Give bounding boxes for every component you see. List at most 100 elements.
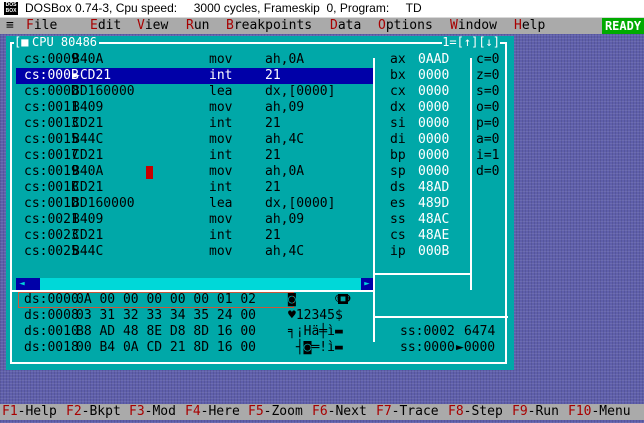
- menu-window-label: indow: [457, 18, 497, 33]
- flag-auxiliary[interactable]: a=0: [476, 132, 508, 148]
- flag-zero[interactable]: z=0: [476, 68, 508, 84]
- flag-parity[interactable]: p=0: [476, 116, 508, 132]
- register-ss[interactable]: ss 48AC: [382, 212, 468, 228]
- menu-file-hotkey: F: [26, 18, 34, 33]
- register-dx[interactable]: dx 0000: [382, 100, 468, 116]
- fkey-trace[interactable]: F7-Trace: [376, 404, 439, 420]
- fkey-next[interactable]: F6-Next: [312, 404, 367, 420]
- code-opcode: int: [209, 228, 233, 243]
- register-ip[interactable]: ip 000B: [382, 244, 468, 260]
- code-line[interactable]: cs:0023 CD21 int 21: [16, 228, 373, 244]
- menu-edit[interactable]: Edit: [90, 18, 121, 34]
- code-line[interactable]: cs:0015 B44C mov ah,4C: [16, 132, 373, 148]
- code-address: cs:001B: [24, 180, 79, 195]
- dos-screen: ≡ File Edit View Run Breakpoints Data Op…: [0, 18, 644, 423]
- stack-line[interactable]: ss:0002 6474: [382, 324, 508, 340]
- register-name: ip: [390, 244, 406, 259]
- flag-sign[interactable]: s=0: [476, 84, 508, 100]
- register-bx[interactable]: bx 0000: [382, 68, 468, 84]
- code-horizontal-scrollbar[interactable]: ◄ ►: [16, 278, 373, 290]
- register-es[interactable]: es 489D: [382, 196, 468, 212]
- cpu-window[interactable]: [■] CPU 80486 1=[↑][↓] cs:0009 B40A mov ah,…: [6, 36, 514, 370]
- register-si[interactable]: si 0000: [382, 116, 468, 132]
- register-name: cs: [390, 228, 406, 243]
- flag-interrupt[interactable]: i=1: [476, 148, 508, 164]
- fkey-bkpt[interactable]: F2-Bkpt: [66, 404, 121, 420]
- code-line[interactable]: cs:001D 8D160000 lea dx,[0000]: [16, 196, 373, 212]
- code-bytes: B44C: [72, 244, 104, 259]
- menu-file[interactable]: File: [26, 18, 57, 34]
- scroll-left-arrow-icon[interactable]: ◄: [16, 278, 28, 290]
- window-title: DOSBox 0.74-3, Cpu speed: 3000 cycles, F…: [25, 1, 422, 15]
- register-name: ss: [390, 212, 406, 227]
- menu-window[interactable]: Window: [450, 18, 497, 34]
- fkey-step[interactable]: F8-Step: [448, 404, 503, 420]
- register-sp[interactable]: sp 0000: [382, 164, 468, 180]
- menu-help[interactable]: Help: [514, 18, 545, 34]
- menu-run[interactable]: Run: [186, 18, 209, 34]
- register-value: 48AD: [418, 180, 450, 195]
- fkey-here[interactable]: F4-Here: [185, 404, 240, 420]
- fkey-menu[interactable]: F10-Menu: [568, 404, 631, 420]
- dump-line[interactable]: ds:0000 0A 00 00 00 00 00 01 02 ◙ ☺☻: [16, 292, 373, 308]
- fkey-zoom[interactable]: F5-Zoom: [248, 404, 303, 420]
- code-line[interactable]: cs:0019 B40A mov ah,0A: [16, 164, 373, 180]
- code-opcode: int: [209, 180, 233, 195]
- fkey-mod[interactable]: F3-Mod: [129, 404, 176, 420]
- code-line[interactable]: cs:0017 CD21 int 21: [16, 148, 373, 164]
- code-bytes: B409: [72, 212, 104, 227]
- code-operands: ah,09: [265, 212, 305, 227]
- scroll-thumb[interactable]: [28, 278, 40, 290]
- window-titlebar: DOS BOX DOSBox 0.74-3, Cpu speed: 3000 c…: [0, 0, 644, 18]
- menu-data[interactable]: Data: [330, 18, 361, 34]
- menu-view[interactable]: View: [137, 18, 168, 34]
- code-operands: 21: [265, 68, 281, 83]
- flag-carry[interactable]: c=0: [476, 52, 508, 68]
- window-resize-controls[interactable]: 1=[↑][↓]: [442, 36, 500, 49]
- register-di[interactable]: di 0000: [382, 132, 468, 148]
- register-cs[interactable]: cs 48AE: [382, 228, 468, 244]
- flag-direction[interactable]: d=0: [476, 164, 508, 180]
- dump-address: ds:0000: [24, 292, 79, 307]
- register-value: 000B: [418, 244, 450, 259]
- code-opcode: mov: [209, 132, 233, 147]
- fkey-help[interactable]: F1-Help: [2, 404, 57, 420]
- dump-bytes: 0A 00 00 00 00 00 01 02: [76, 292, 257, 307]
- fkey-key: F4: [185, 404, 201, 419]
- register-bp[interactable]: bp 0000: [382, 148, 468, 164]
- code-operands: ah,09: [265, 100, 305, 115]
- scroll-right-arrow-icon[interactable]: ►: [361, 278, 373, 290]
- code-bytes: 8D160000: [72, 196, 135, 211]
- dump-line[interactable]: ds:0018 00 B4 0A CD 21 8D 16 00 ┤◙═!ì▬: [16, 340, 373, 356]
- code-line[interactable]: cs:0009 B40A mov ah,0A: [16, 52, 373, 68]
- menu-breakpoints[interactable]: Breakpoints: [226, 18, 312, 34]
- fkey-run[interactable]: F9-Run: [512, 404, 559, 420]
- register-name: bp: [390, 148, 406, 163]
- code-bytes: B409: [72, 100, 104, 115]
- code-line[interactable]: cs:0025 B44C mov ah,4C: [16, 244, 373, 260]
- register-ds[interactable]: ds 48AD: [382, 180, 468, 196]
- code-opcode: int: [209, 68, 233, 83]
- dump-bytes: B8 AD 48 8E D8 8D 16 00: [76, 324, 257, 339]
- stack-line-current[interactable]: ss:0000 ►0000: [382, 340, 508, 356]
- menu-view-label: iew: [144, 18, 169, 33]
- code-line[interactable]: cs:0011 B409 mov ah,09: [16, 100, 373, 116]
- flag-overflow[interactable]: o=0: [476, 100, 508, 116]
- code-line[interactable]: cs:0013 CD21 int 21: [16, 116, 373, 132]
- dosbox-app-icon[interactable]: DOS BOX: [4, 2, 18, 15]
- register-ax[interactable]: ax 0AAD: [382, 52, 468, 68]
- menu-options[interactable]: Options: [378, 18, 433, 34]
- register-cx[interactable]: cx 0000: [382, 84, 468, 100]
- dump-line[interactable]: ds:0010 B8 AD 48 8E D8 8D 16 00 ╕¡Hä╪ì▬: [16, 324, 373, 340]
- flags-divider: [470, 58, 472, 290]
- dump-line[interactable]: ds:0008 03 31 32 33 34 35 24 00 ♥12345$: [16, 308, 373, 324]
- system-menu[interactable]: ≡: [6, 18, 14, 34]
- code-line-current[interactable]: cs:000B ►CD21 int 21: [16, 68, 373, 84]
- register-name: di: [390, 132, 406, 147]
- fkey-label: -Mod: [144, 404, 176, 419]
- code-line[interactable]: cs:0021 B409 mov ah,09: [16, 212, 373, 228]
- code-opcode: mov: [209, 100, 233, 115]
- code-line[interactable]: cs:001B CD21 int 21: [16, 180, 373, 196]
- code-operands: dx,[0000]: [265, 196, 336, 211]
- code-line[interactable]: cs:000D 8D160000 lea dx,[0000]: [16, 84, 373, 100]
